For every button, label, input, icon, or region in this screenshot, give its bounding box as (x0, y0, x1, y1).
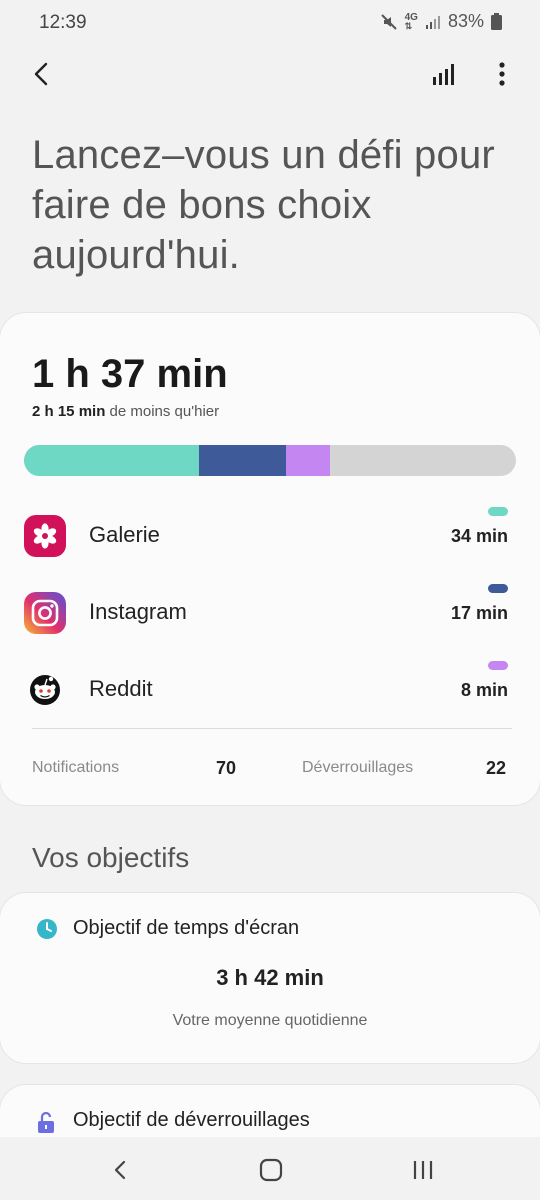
battery-icon (491, 13, 502, 30)
bar-chart-icon (433, 64, 454, 85)
app-usage-time: 34 min (450, 526, 508, 546)
divider (32, 728, 512, 729)
nav-recents-button[interactable] (408, 1155, 438, 1185)
unlocks-goal-title: Objectif de déverrouillages (73, 1109, 310, 1131)
status-bar: 12:39 4G ⇅ 83% (0, 0, 540, 46)
nav-back-button[interactable] (105, 1155, 135, 1185)
app-row-reddit[interactable]: Reddit 8 min (0, 661, 540, 721)
clock-icon (37, 919, 57, 939)
instagram-icon (24, 592, 66, 634)
screen-time-goal-subtitle: Votre moyenne quotidienne (172, 1012, 368, 1029)
more-options-button[interactable] (492, 58, 512, 90)
comparison-suffix: de moins qu'hier (105, 403, 220, 420)
unlock-icon (38, 1111, 54, 1133)
comparison-text: 2 h 15 min de moins qu'hier (32, 403, 219, 420)
gallery-flower-icon (24, 515, 66, 557)
usage-breakdown-bar (24, 445, 516, 476)
app-name: Reddit (89, 676, 153, 701)
screen-time-goal-value: 3 h 42 min (216, 965, 324, 990)
nav-recents-icon (413, 1161, 433, 1179)
app-color-indicator (488, 661, 508, 670)
usage-bar-segment-instagram (198, 445, 287, 476)
statistics-button[interactable] (428, 58, 460, 90)
nav-back-icon (114, 1160, 126, 1180)
system-navigation-bar (0, 1137, 540, 1200)
back-arrow-icon (34, 62, 48, 86)
nav-home-button[interactable] (256, 1155, 286, 1185)
app-row-galerie[interactable]: Galerie 34 min (0, 507, 540, 567)
app-color-indicator (488, 584, 508, 593)
status-icons: 4G ⇅ 83% (380, 11, 502, 32)
mute-icon (380, 13, 397, 30)
app-name: Galerie (89, 522, 160, 547)
app-bar (0, 50, 540, 100)
page-headline: Lancez–vous un défi pour faire de bons c… (32, 133, 495, 277)
notifications-label: Notifications (32, 759, 120, 776)
more-vert-icon (499, 62, 505, 86)
usage-bar-segment-reddit (286, 445, 330, 476)
usage-bar-segment-galerie (24, 445, 199, 476)
goals-section-title: Vos objectifs (32, 842, 190, 873)
notifications-count: 70 (216, 758, 237, 778)
nav-home-icon (259, 1158, 283, 1182)
unlocks-count: 22 (486, 758, 507, 778)
back-button[interactable] (26, 58, 58, 90)
comparison-amount: 2 h 15 min (32, 403, 106, 420)
total-screen-time: 1 h 37 min (32, 352, 228, 396)
app-usage-time: 17 min (450, 603, 508, 623)
app-color-indicator (488, 507, 508, 516)
unlocks-label: Déverrouillages (302, 759, 414, 776)
network-type: 4G ⇅ (404, 11, 418, 31)
reddit-icon (24, 669, 66, 711)
status-time: 12:39 (39, 12, 87, 33)
signal-icon (425, 15, 440, 29)
screen-time-goal-title: Objectif de temps d'écran (73, 917, 300, 939)
app-name: Instagram (89, 599, 187, 624)
battery-percent: 83% (447, 11, 484, 31)
app-row-instagram[interactable]: Instagram 17 min (0, 584, 540, 644)
app-usage-time: 8 min (460, 680, 508, 700)
